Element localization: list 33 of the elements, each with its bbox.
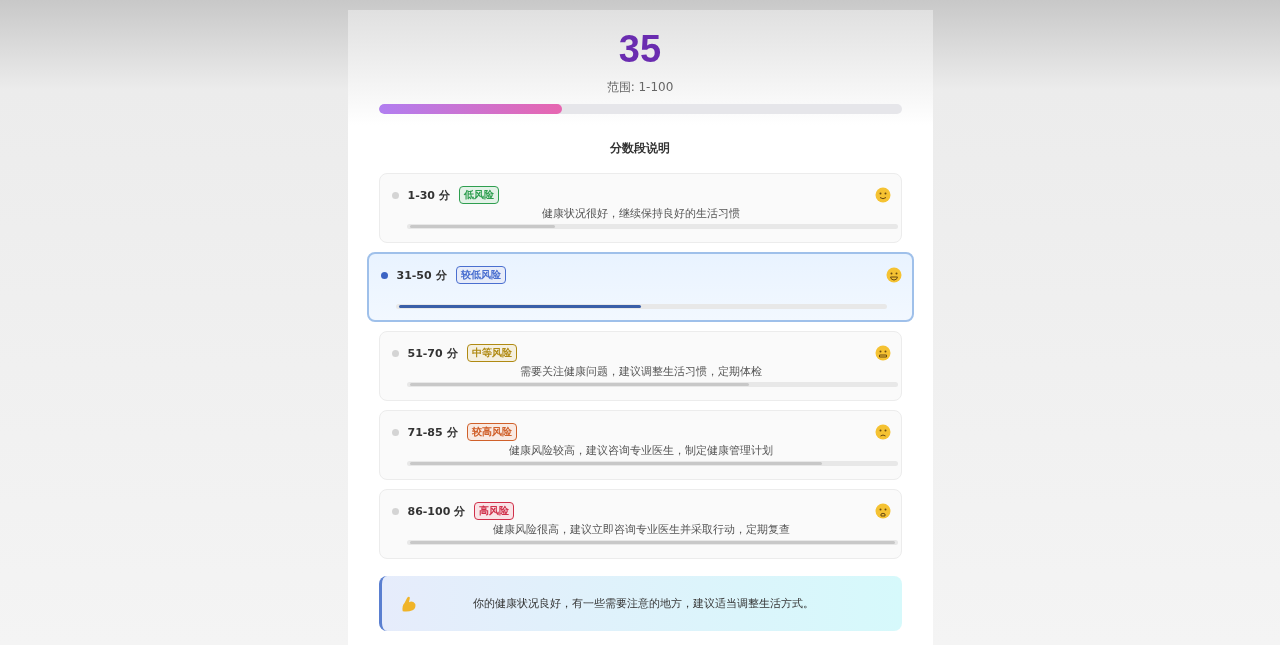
band-range: 86-100 分 [407, 503, 466, 519]
risk-tag: 高风险 [474, 502, 515, 520]
band-range: 51-70 分 [407, 345, 458, 361]
face-icon [874, 424, 891, 440]
status-dot [380, 271, 388, 279]
advice-text: 你的健康状况良好，有一些需要注意的地方，建议适当调整生活方式。 [472, 596, 814, 611]
score-value: 35 [618, 28, 662, 71]
status-dot [391, 428, 399, 436]
band-card[interactable]: 1-30 分 低风险 健康状况很好，继续保持良好的生活习惯 [378, 173, 902, 243]
band-range: 71-85 分 [407, 424, 458, 440]
risk-tag: 较低风险 [455, 266, 506, 284]
band-card[interactable]: 86-100 分 高风险 健康风险很高，建议立即咨询专业医生并采取行动，定期复查 [378, 489, 902, 559]
status-dot [391, 349, 399, 357]
score-range: 范围: 1-100 [606, 79, 674, 96]
face-icon [874, 187, 891, 203]
face-icon [885, 267, 902, 283]
band-description: 健康状况很好，继续保持良好的生活习惯 [541, 206, 741, 221]
status-dot [391, 191, 399, 199]
band-description: 健康风险很高，建议立即咨询专业医生并采取行动，定期复查 [491, 522, 791, 537]
band-range: 1-30 分 [407, 187, 450, 203]
risk-tag: 中等风险 [466, 344, 517, 362]
risk-tag: 较高风险 [466, 423, 517, 441]
section-title: 分数段说明 [610, 140, 670, 157]
status-dot [391, 507, 399, 515]
risk-tag: 低风险 [458, 186, 499, 204]
band-card[interactable]: 51-70 分 中等风险 需要关注健康问题，建议调整生活习惯，定期体检 [378, 331, 902, 401]
face-icon [874, 345, 891, 361]
band-description: 需要关注健康问题，建议调整生活习惯，定期体检 [519, 364, 763, 379]
band-range: 31-50 分 [396, 267, 447, 283]
band-card[interactable]: 31-50 分 较低风险 [366, 252, 914, 322]
band-description: 健康风险较高，建议咨询专业医生，制定健康管理计划 [508, 443, 774, 458]
face-icon [874, 503, 891, 519]
band-card[interactable]: 71-85 分 较高风险 健康风险较高，建议咨询专业医生，制定健康管理计划 [378, 410, 902, 480]
